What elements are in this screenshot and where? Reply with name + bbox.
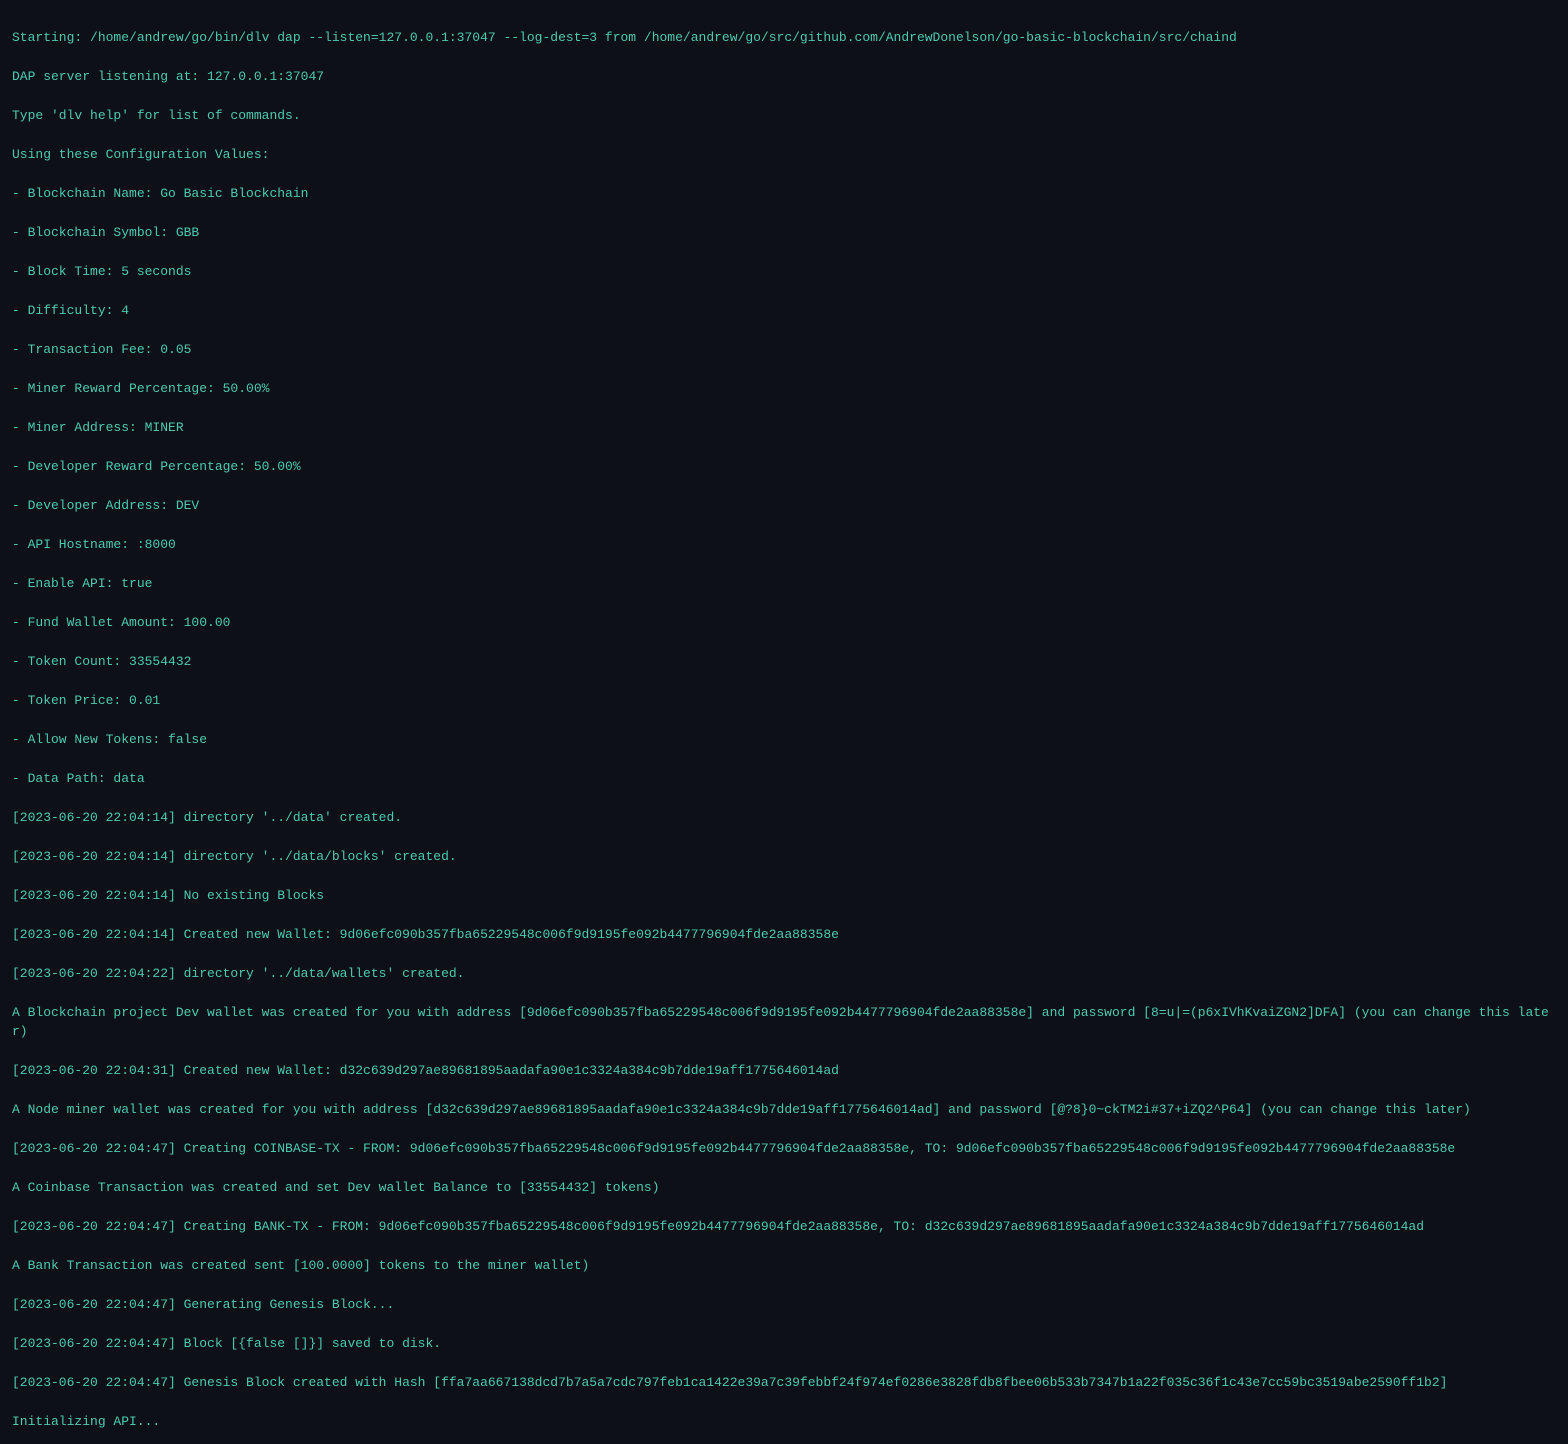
terminal-line-24: [2023-06-20 22:04:22] directory '../data… bbox=[12, 964, 1556, 984]
terminal-line-21: [2023-06-20 22:04:14] directory '../data… bbox=[12, 847, 1556, 867]
terminal-line-17: - Token Price: 0.01 bbox=[12, 691, 1556, 711]
terminal-line-28: [2023-06-20 22:04:47] Creating COINBASE-… bbox=[12, 1139, 1556, 1159]
terminal-line-11: - Developer Reward Percentage: 50.00% bbox=[12, 457, 1556, 477]
terminal-line-26: [2023-06-20 22:04:31] Created new Wallet… bbox=[12, 1061, 1556, 1081]
terminal-line-3: Using these Configuration Values: bbox=[12, 145, 1556, 165]
terminal-line-23: [2023-06-20 22:04:14] Created new Wallet… bbox=[12, 925, 1556, 945]
terminal-line-4: - Blockchain Name: Go Basic Blockchain bbox=[12, 184, 1556, 204]
terminal-line-9: - Miner Reward Percentage: 50.00% bbox=[12, 379, 1556, 399]
terminal-line-13: - API Hostname: :8000 bbox=[12, 535, 1556, 555]
terminal-line-19: - Data Path: data bbox=[12, 769, 1556, 789]
terminal-line-31: A Bank Transaction was created sent [100… bbox=[12, 1256, 1556, 1276]
terminal-line-1: DAP server listening at: 127.0.0.1:37047 bbox=[12, 67, 1556, 87]
terminal-line-35: Initializing API... bbox=[12, 1412, 1556, 1432]
terminal-line-20: [2023-06-20 22:04:14] directory '../data… bbox=[12, 808, 1556, 828]
terminal-line-7: - Difficulty: 4 bbox=[12, 301, 1556, 321]
terminal-line-30: [2023-06-20 22:04:47] Creating BANK-TX -… bbox=[12, 1217, 1556, 1237]
terminal-line-34: [2023-06-20 22:04:47] Genesis Block crea… bbox=[12, 1373, 1556, 1393]
terminal-line-5: - Blockchain Symbol: GBB bbox=[12, 223, 1556, 243]
terminal-line-12: - Developer Address: DEV bbox=[12, 496, 1556, 516]
terminal-line-15: - Fund Wallet Amount: 100.00 bbox=[12, 613, 1556, 633]
terminal-line-32: [2023-06-20 22:04:47] Generating Genesis… bbox=[12, 1295, 1556, 1315]
terminal-line-0: Starting: /home/andrew/go/bin/dlv dap --… bbox=[12, 28, 1556, 48]
terminal-line-25: A Blockchain project Dev wallet was crea… bbox=[12, 1003, 1556, 1042]
terminal-line-27: A Node miner wallet was created for you … bbox=[12, 1100, 1556, 1120]
terminal-line-22: [2023-06-20 22:04:14] No existing Blocks bbox=[12, 886, 1556, 906]
terminal-line-10: - Miner Address: MINER bbox=[12, 418, 1556, 438]
terminal-line-18: - Allow New Tokens: false bbox=[12, 730, 1556, 750]
terminal-line-14: - Enable API: true bbox=[12, 574, 1556, 594]
terminal-output: Starting: /home/andrew/go/bin/dlv dap --… bbox=[12, 8, 1556, 1444]
terminal-line-8: - Transaction Fee: 0.05 bbox=[12, 340, 1556, 360]
terminal-line-29: A Coinbase Transaction was created and s… bbox=[12, 1178, 1556, 1198]
terminal-line-6: - Block Time: 5 seconds bbox=[12, 262, 1556, 282]
terminal-line-2: Type 'dlv help' for list of commands. bbox=[12, 106, 1556, 126]
terminal-line-33: [2023-06-20 22:04:47] Block [{false []}]… bbox=[12, 1334, 1556, 1354]
terminal-line-16: - Token Count: 33554432 bbox=[12, 652, 1556, 672]
